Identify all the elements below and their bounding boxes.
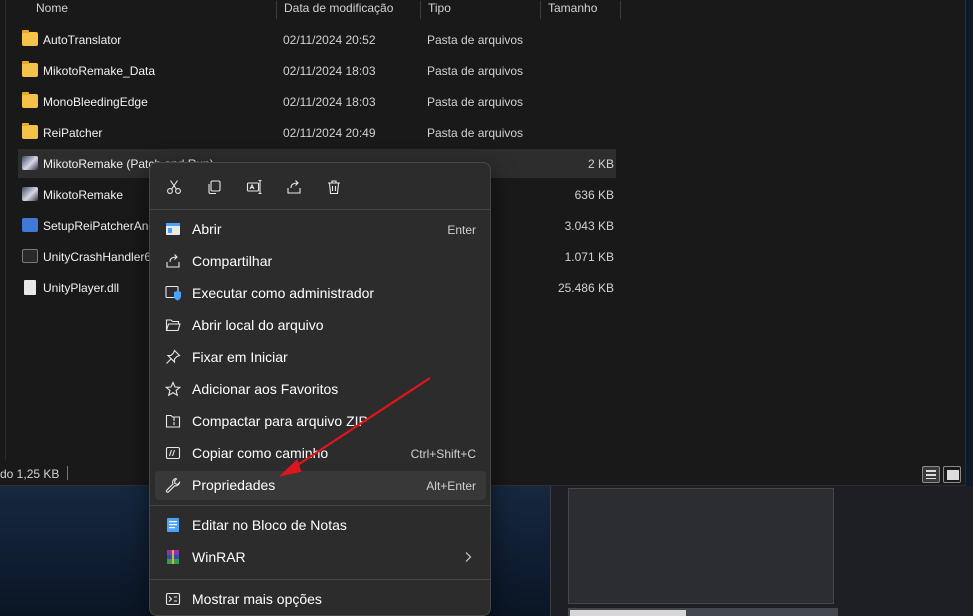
menu-item-compress-zip[interactable]: Compactar para arquivo ZIP <box>155 407 486 436</box>
file-row[interactable]: MikotoRemake_Data 02/11/2024 18:03 Pasta… <box>18 56 616 85</box>
file-size: 636 KB <box>574 188 614 202</box>
background-window-scrollbar-thumb <box>570 610 686 616</box>
menu-item-shortcut: Ctrl+Shift+C <box>410 447 476 461</box>
file-name: MikotoRemake_Data <box>43 64 156 78</box>
menu-item-label: Compactar para arquivo ZIP <box>192 413 368 429</box>
share-icon[interactable] <box>282 175 306 199</box>
more-options-icon <box>165 591 181 607</box>
folder-open-icon <box>165 317 181 333</box>
column-header-size[interactable]: Tamanho <box>541 1 621 19</box>
notepad-icon <box>165 517 181 533</box>
menu-item-label: Editar no Bloco de Notas <box>192 517 347 533</box>
file-row[interactable]: MonoBleedingEdge 02/11/2024 18:03 Pasta … <box>18 87 616 116</box>
file-type: Pasta de arquivos <box>427 95 524 109</box>
zip-icon <box>165 413 181 429</box>
file-row[interactable]: AutoTranslator 02/11/2024 20:52 Pasta de… <box>18 25 616 54</box>
menu-item-label: WinRAR <box>192 549 246 565</box>
share-icon <box>165 253 181 269</box>
file-size: 3.043 KB <box>564 219 614 233</box>
context-menu-quick-actions <box>150 163 490 209</box>
file-size: 1.071 KB <box>564 250 614 264</box>
chevron-right-icon <box>462 551 474 563</box>
status-selection-size: do 1,25 KB <box>0 467 60 481</box>
menu-separator <box>150 209 490 210</box>
menu-item-share[interactable]: Compartilhar <box>155 247 486 276</box>
winrar-icon <box>165 549 181 565</box>
file-row[interactable]: ReiPatcher 02/11/2024 20:49 Pasta de arq… <box>18 118 616 147</box>
menu-item-edit-notepad[interactable]: Editar no Bloco de Notas <box>155 511 486 540</box>
file-type: Pasta de arquivos <box>427 126 524 140</box>
file-date: 02/11/2024 18:03 <box>283 95 376 109</box>
menu-item-label: Executar como administrador <box>192 285 375 301</box>
menu-item-label: Fixar em Iniciar <box>192 349 288 365</box>
menu-item-properties[interactable]: Propriedades Alt+Enter <box>155 471 486 500</box>
file-date: 02/11/2024 20:52 <box>283 33 376 47</box>
file-size: 25.486 KB <box>557 281 614 295</box>
navigation-pane-border <box>5 0 6 460</box>
shield-icon <box>165 285 181 301</box>
pin-icon <box>165 349 181 365</box>
status-separator <box>67 466 68 480</box>
unity-icon <box>22 249 38 263</box>
menu-item-shortcut: Alt+Enter <box>426 479 476 493</box>
menu-item-shortcut: Enter <box>447 223 476 237</box>
menu-item-copy-as-path[interactable]: Copiar como caminho Ctrl+Shift+C <box>155 439 486 468</box>
file-name: AutoTranslator <box>43 33 122 47</box>
menu-item-label: Adicionar aos Favoritos <box>192 381 339 397</box>
shortcut-app-icon <box>22 156 38 170</box>
file-name: ReiPatcher <box>43 126 103 140</box>
details-view-button[interactable] <box>922 466 940 483</box>
menu-item-label: Abrir <box>192 221 222 237</box>
open-icon <box>165 221 181 237</box>
column-header-row: Nome Data de modificação Tipo Tamanho <box>0 0 622 19</box>
star-icon <box>165 381 181 397</box>
menu-item-open[interactable]: Abrir Enter <box>155 215 486 244</box>
app-icon <box>22 187 38 201</box>
menu-item-label: Propriedades <box>192 477 276 493</box>
menu-item-pin-to-start[interactable]: Fixar em Iniciar <box>155 343 486 372</box>
menu-item-label: Copiar como caminho <box>192 445 329 461</box>
rename-icon[interactable] <box>242 175 266 199</box>
file-name: MonoBleedingEdge <box>43 95 148 109</box>
background-window-panel <box>568 488 834 604</box>
menu-item-show-more-options[interactable]: Mostrar mais opções <box>155 585 486 614</box>
folder-icon <box>22 92 38 108</box>
file-date: 02/11/2024 20:49 <box>283 126 376 140</box>
menu-item-run-as-admin[interactable]: Executar como administrador <box>155 279 486 308</box>
copy-path-icon <box>165 445 181 461</box>
menu-item-open-file-location[interactable]: Abrir local do arquivo <box>155 311 486 340</box>
cut-icon[interactable] <box>162 175 186 199</box>
large-icons-view-button[interactable] <box>943 466 961 483</box>
copy-icon[interactable] <box>202 175 226 199</box>
folder-icon <box>22 123 38 139</box>
menu-item-label: Abrir local do arquivo <box>192 317 324 333</box>
file-type: Pasta de arquivos <box>427 33 524 47</box>
context-menu: Abrir Enter Compartilhar Executar como a… <box>149 162 491 616</box>
file-date: 02/11/2024 18:03 <box>283 64 376 78</box>
column-header-date[interactable]: Data de modificação <box>277 1 421 19</box>
wrench-icon <box>165 477 181 493</box>
menu-item-add-to-favorites[interactable]: Adicionar aos Favoritos <box>155 375 486 404</box>
folder-icon <box>22 61 38 77</box>
menu-item-label: Mostrar mais opções <box>192 591 322 607</box>
setup-icon <box>22 218 38 232</box>
file-type: Pasta de arquivos <box>427 64 524 78</box>
delete-icon[interactable] <box>322 175 346 199</box>
column-header-type[interactable]: Tipo <box>421 1 541 19</box>
menu-separator <box>150 505 490 506</box>
menu-separator <box>150 579 490 580</box>
file-size: 2 KB <box>587 157 614 171</box>
folder-icon <box>22 30 38 46</box>
dll-file-icon <box>24 280 36 295</box>
menu-item-label: Compartilhar <box>192 253 273 269</box>
column-header-name[interactable]: Nome <box>29 1 277 19</box>
menu-item-winrar[interactable]: WinRAR <box>155 543 486 572</box>
